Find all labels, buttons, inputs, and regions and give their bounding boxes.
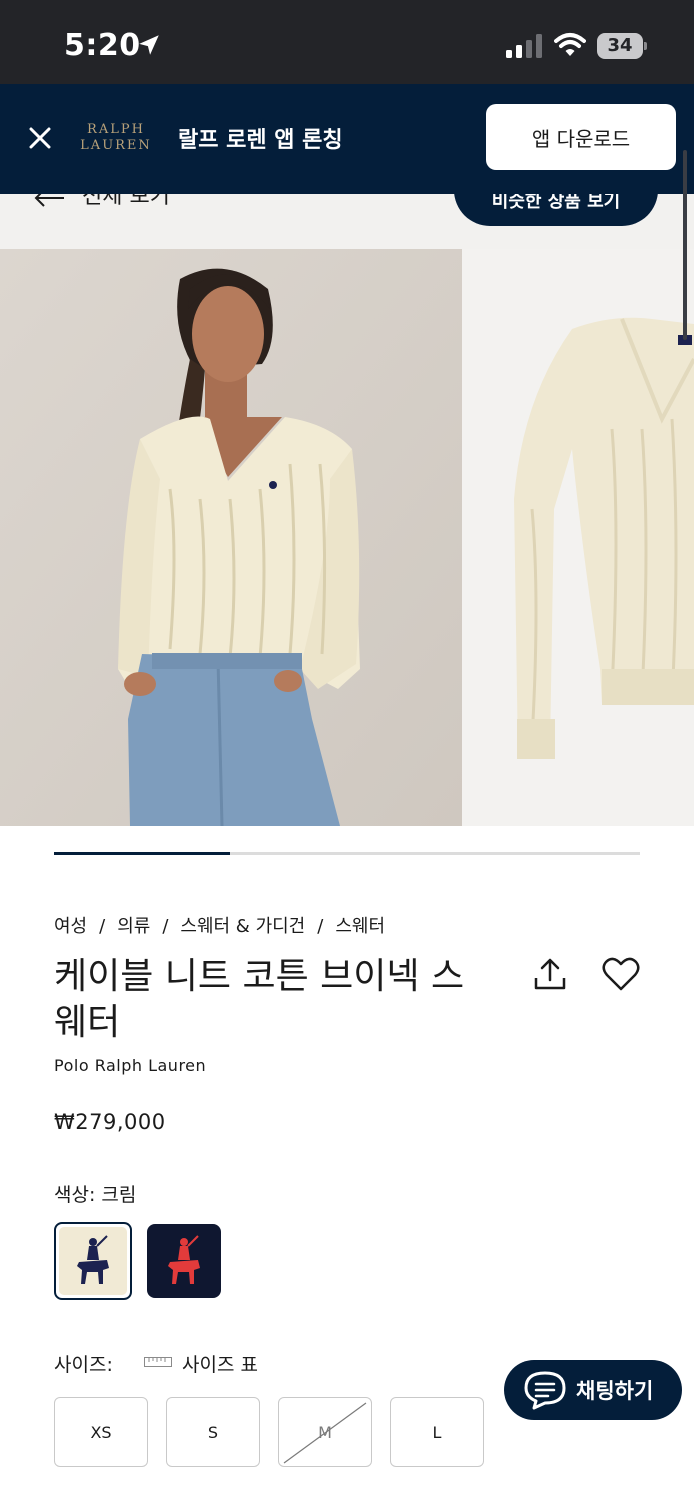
breadcrumb-item-sweaters-cardigans[interactable]: 스웨터 & 가디건 [180, 916, 305, 937]
status-time: 5:20 [64, 28, 141, 63]
size-option-m-wrapper[interactable]: M [278, 1397, 372, 1467]
product-image-gallery[interactable] [0, 249, 694, 826]
color-swatch-navy[interactable] [147, 1224, 221, 1298]
product-nav-row: 전체 보기 비슷한 상품 보기 [0, 194, 694, 249]
color-swatch-cream[interactable] [54, 1222, 132, 1300]
gallery-progress-fill [54, 852, 230, 855]
location-arrow-icon [139, 35, 159, 55]
similar-products-button[interactable]: 비슷한 상품 보기 [454, 194, 658, 226]
scrollbar[interactable] [683, 150, 687, 340]
close-icon[interactable] [26, 124, 54, 152]
chat-label: 채팅하기 [576, 1379, 654, 1403]
breadcrumb-item-sweaters[interactable]: 스웨터 [335, 916, 385, 937]
product-photo-model[interactable] [0, 249, 462, 826]
app-download-button[interactable]: 앱 다운로드 [486, 104, 676, 170]
product-brand: Polo Ralph Lauren [54, 1056, 207, 1075]
size-option-s[interactable]: S [166, 1397, 260, 1467]
ruler-icon[interactable] [144, 1357, 172, 1367]
ralph-lauren-logo: RALPH LAUREN [80, 122, 152, 153]
breadcrumb: 여성 / 의류 / 스웨터 & 가디건 / 스웨터 [54, 916, 386, 937]
share-icon[interactable] [532, 956, 568, 992]
product-title: 케이블 니트 코튼 브이넥 스웨터 [54, 956, 465, 1043]
product-price: ₩279,000 [54, 1110, 166, 1134]
color-label: 색상: 크림 [54, 1184, 137, 1206]
banner-title: 랄프 로렌 앱 론칭 [178, 128, 343, 153]
status-bar: 5:20 34 [0, 0, 694, 84]
chat-button[interactable]: 채팅하기 [504, 1360, 682, 1420]
polo-player-logo-icon [168, 1235, 200, 1284]
wifi-icon [554, 33, 586, 56]
cell-signal-icon [506, 34, 542, 58]
chat-bubble-icon [524, 1371, 566, 1410]
back-arrow-icon[interactable] [34, 194, 66, 208]
polo-player-logo-icon [77, 1235, 109, 1284]
heart-icon[interactable] [602, 956, 640, 992]
breadcrumb-item-women[interactable]: 여성 [54, 916, 87, 937]
app-download-banner: RALPH LAUREN 랄프 로렌 앱 론칭 앱 다운로드 [0, 84, 694, 194]
color-swatch-navy-image [147, 1224, 221, 1298]
view-all-link[interactable]: 전체 보기 [82, 194, 170, 210]
unavailable-strike-line [283, 1402, 367, 1464]
gallery-progress-bar [54, 852, 640, 855]
size-option-l[interactable]: L [390, 1397, 484, 1467]
size-chart-link[interactable]: 사이즈 표 [182, 1350, 258, 1377]
breadcrumb-item-clothing[interactable]: 의류 [117, 916, 150, 937]
size-option-xs[interactable]: XS [54, 1397, 148, 1467]
product-photo-flat[interactable] [462, 249, 694, 826]
battery-level: 34 [597, 33, 643, 59]
battery-indicator: 34 [597, 33, 647, 59]
color-swatch-cream-image [59, 1227, 127, 1295]
size-label: 사이즈: [54, 1354, 113, 1376]
